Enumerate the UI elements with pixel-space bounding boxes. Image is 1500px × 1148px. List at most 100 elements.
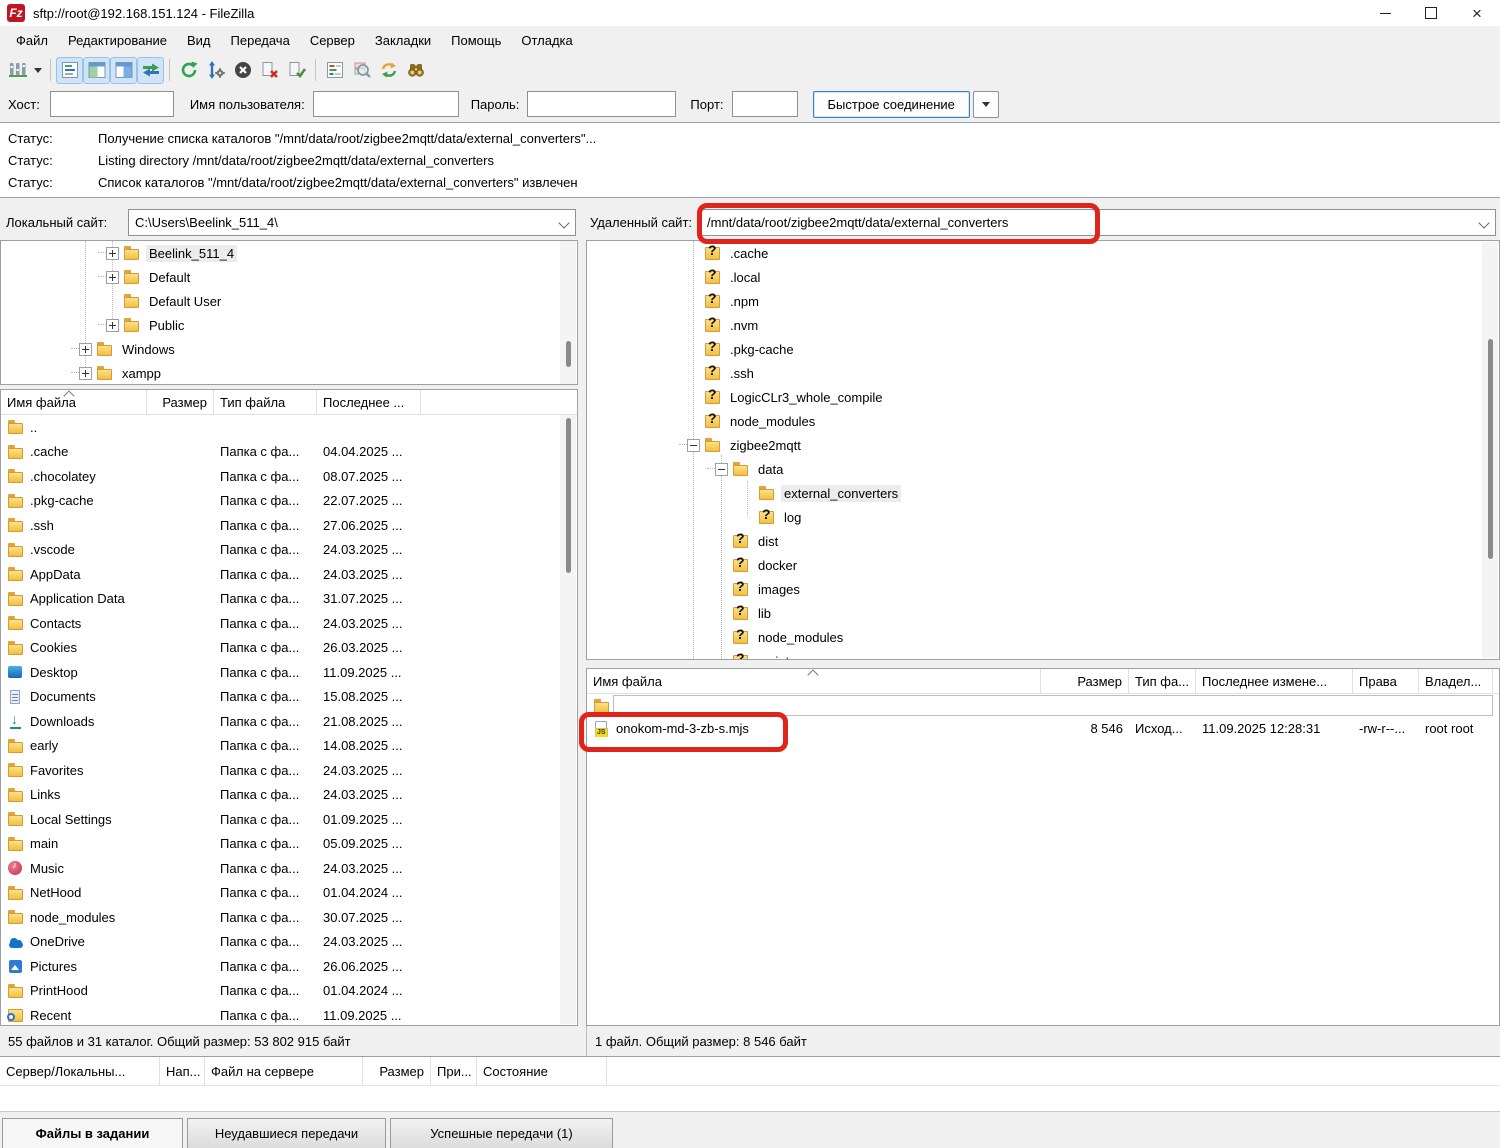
find-files-button[interactable] xyxy=(402,57,429,84)
port-input[interactable] xyxy=(732,91,798,117)
remote-tree-item[interactable]: dist xyxy=(587,529,1499,553)
menu-item[interactable]: Закладки xyxy=(365,29,441,52)
tree-expander-icon[interactable] xyxy=(106,247,119,260)
local-file-row[interactable]: .ssh Папка с фа... 27.06.2025 ... xyxy=(1,513,577,538)
queue-column-header[interactable]: При... xyxy=(431,1057,477,1085)
remote-tree-item[interactable]: lib xyxy=(587,601,1499,625)
local-file-row[interactable]: .vscode Папка с фа... 24.03.2025 ... xyxy=(1,538,577,563)
local-tree-item[interactable]: xampp xyxy=(1,361,577,385)
remote-tree-item[interactable]: .pkg-cache xyxy=(587,337,1499,361)
remote-tree-item[interactable]: .nvm xyxy=(587,313,1499,337)
maximize-button[interactable] xyxy=(1408,0,1454,26)
tab-queued-files[interactable]: Файлы в задании xyxy=(2,1118,183,1148)
queue-column-header[interactable]: Сервер/Локальны... xyxy=(0,1057,160,1085)
remote-site-combobox[interactable]: /mnt/data/root/zigbee2mqtt/data/external… xyxy=(700,209,1496,236)
local-file-row[interactable]: early Папка с фа... 14.08.2025 ... xyxy=(1,734,577,759)
local-file-row[interactable]: Contacts Папка с фа... 24.03.2025 ... xyxy=(1,611,577,636)
column-header-type[interactable]: Тип файла xyxy=(214,390,317,414)
local-file-row[interactable]: Favorites Папка с фа... 24.03.2025 ... xyxy=(1,758,577,783)
local-site-combobox[interactable]: C:\Users\Beelink_511_4\ xyxy=(128,209,576,236)
remote-file-row[interactable]: onokom-md-3-zb-s.mjs 8 546 Исход... 11.0… xyxy=(587,717,1499,740)
quickconnect-dropdown-button[interactable] xyxy=(973,91,999,118)
remote-tree-item[interactable]: node_modules xyxy=(587,625,1499,649)
remote-file-row[interactable] xyxy=(587,694,1499,717)
tab-failed-transfers[interactable]: Неудавшиеся передачи xyxy=(187,1118,386,1148)
remote-tree-item[interactable]: .npm xyxy=(587,289,1499,313)
local-file-row[interactable]: .. xyxy=(1,415,577,440)
remote-tree-item[interactable]: data xyxy=(587,457,1499,481)
local-file-row[interactable]: Documents Папка с фа... 15.08.2025 ... xyxy=(1,685,577,710)
local-file-row[interactable]: NetHood Папка с фа... 01.04.2024 ... xyxy=(1,881,577,906)
local-file-row[interactable]: Links Папка с фа... 24.03.2025 ... xyxy=(1,783,577,808)
synchronized-browsing-button[interactable] xyxy=(375,57,402,84)
menu-item[interactable]: Передача xyxy=(221,29,300,52)
queue-column-header[interactable]: Файл на сервере xyxy=(205,1057,363,1085)
tree-expander-icon[interactable] xyxy=(106,271,119,284)
local-tree-item[interactable]: Public xyxy=(1,313,577,337)
local-file-row[interactable]: Music Папка с фа... 24.03.2025 ... xyxy=(1,856,577,881)
local-file-row[interactable]: Desktop Папка с фа... 11.09.2025 ... xyxy=(1,660,577,685)
menu-item[interactable]: Файл xyxy=(6,29,58,52)
remote-tree-item[interactable]: docker xyxy=(587,553,1499,577)
local-file-row[interactable]: Cookies Папка с фа... 26.03.2025 ... xyxy=(1,636,577,661)
toggle-remote-tree-button[interactable] xyxy=(110,57,137,84)
remote-tree-item[interactable]: log xyxy=(587,505,1499,529)
menu-item[interactable]: Сервер xyxy=(300,29,365,52)
tree-expander-icon[interactable] xyxy=(106,319,119,332)
site-manager-button[interactable] xyxy=(4,57,31,84)
remote-tree-item[interactable]: .local xyxy=(587,265,1499,289)
column-header-type[interactable]: Тип фа... xyxy=(1129,669,1196,693)
remote-tree-scrollbar[interactable] xyxy=(1482,242,1498,658)
menu-item[interactable]: Редактирование xyxy=(58,29,177,52)
tree-expander-icon[interactable] xyxy=(79,367,92,380)
scrollbar-thumb[interactable] xyxy=(566,341,571,367)
disconnect-button[interactable] xyxy=(256,57,283,84)
directory-comparison-button[interactable] xyxy=(348,57,375,84)
local-tree-item[interactable]: Beelink_511_4 xyxy=(1,241,577,265)
local-file-row[interactable]: AppData Папка с фа... 24.03.2025 ... xyxy=(1,562,577,587)
site-manager-dropdown-button[interactable] xyxy=(31,57,45,84)
username-input[interactable] xyxy=(313,91,459,117)
cancel-button[interactable] xyxy=(229,57,256,84)
quickconnect-button[interactable]: Быстрое соединение xyxy=(813,91,970,118)
remote-tree-item[interactable]: node_modules xyxy=(587,409,1499,433)
column-header-owner[interactable]: Владел... xyxy=(1419,669,1493,693)
column-header-size[interactable]: Размер xyxy=(1041,669,1129,693)
scrollbar-thumb[interactable] xyxy=(566,418,571,573)
local-file-row[interactable]: .cache Папка с фа... 04.04.2025 ... xyxy=(1,440,577,465)
local-list-scrollbar[interactable] xyxy=(560,415,576,1024)
remote-tree-item[interactable]: zigbee2mqtt xyxy=(587,433,1499,457)
local-file-row[interactable]: Local Settings Папка с фа... 01.09.2025 … xyxy=(1,807,577,832)
local-file-row[interactable]: OneDrive Папка с фа... 24.03.2025 ... xyxy=(1,930,577,955)
local-file-row[interactable]: Downloads Папка с фа... 21.08.2025 ... xyxy=(1,709,577,734)
local-file-row[interactable]: node_modules Папка с фа... 30.07.2025 ..… xyxy=(1,905,577,930)
remote-tree-item[interactable]: external_converters xyxy=(587,481,1499,505)
column-header-name[interactable]: Имя файла xyxy=(1,390,147,414)
column-header-date[interactable]: Последнее измене... xyxy=(1196,669,1353,693)
refresh-button[interactable] xyxy=(175,57,202,84)
local-file-row[interactable]: Application Data Папка с фа... 31.07.202… xyxy=(1,587,577,612)
toggle-transfer-queue-button[interactable] xyxy=(137,57,164,84)
process-queue-button[interactable] xyxy=(202,57,229,84)
menu-item[interactable]: Отладка xyxy=(511,29,582,52)
column-header-permissions[interactable]: Права xyxy=(1353,669,1419,693)
tab-successful-transfers[interactable]: Успешные передачи (1) xyxy=(390,1118,613,1148)
local-tree-item[interactable]: Default User xyxy=(1,289,577,313)
queue-column-header[interactable]: Состояние xyxy=(477,1057,607,1085)
local-file-row[interactable]: main Папка с фа... 05.09.2025 ... xyxy=(1,832,577,857)
local-tree-item[interactable]: Default xyxy=(1,265,577,289)
tree-expander-icon[interactable] xyxy=(687,439,700,452)
local-file-row[interactable]: Pictures Папка с фа... 26.06.2025 ... xyxy=(1,954,577,979)
local-file-row[interactable]: PrintHood Папка с фа... 01.04.2024 ... xyxy=(1,979,577,1004)
reconnect-button[interactable] xyxy=(283,57,310,84)
local-file-row[interactable]: Recent Папка с фа... 11.09.2025 ... xyxy=(1,1003,577,1026)
remote-tree-item[interactable]: images xyxy=(587,577,1499,601)
tree-expander-icon[interactable] xyxy=(715,463,728,476)
remote-tree-item[interactable]: LogicCLr3_whole_compile xyxy=(587,385,1499,409)
menu-item[interactable]: Вид xyxy=(177,29,221,52)
local-file-row[interactable]: .chocolatey Папка с фа... 08.07.2025 ... xyxy=(1,464,577,489)
queue-column-header[interactable]: Нап... xyxy=(160,1057,205,1085)
close-button[interactable]: × xyxy=(1454,0,1500,26)
scrollbar-thumb[interactable] xyxy=(1488,339,1493,559)
filter-button[interactable] xyxy=(321,57,348,84)
